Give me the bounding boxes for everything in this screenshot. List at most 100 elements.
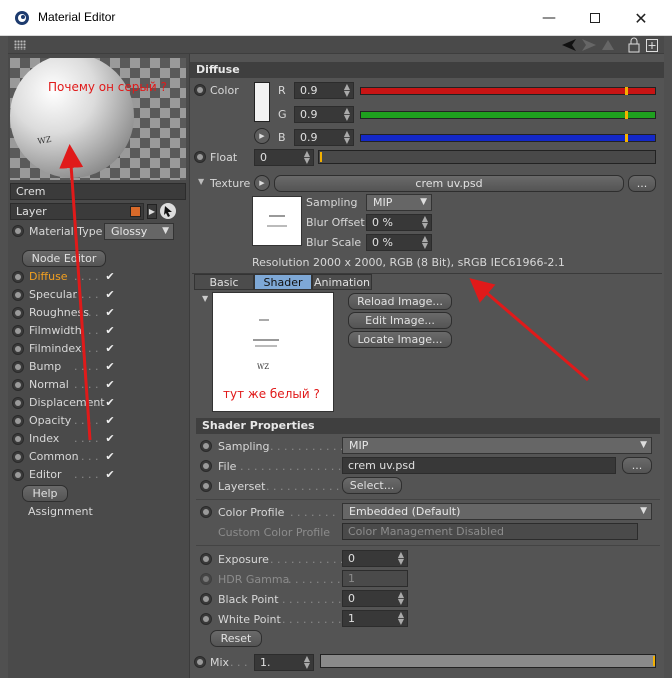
- expand-arrow-icon[interactable]: ▶: [254, 128, 270, 144]
- channel-radio[interactable]: [12, 397, 24, 409]
- exposure-field[interactable]: 0 ▲ ▼: [342, 550, 408, 567]
- channel-item[interactable]: Displacement. . . . ✔: [8, 395, 188, 413]
- checkmark-icon[interactable]: ✔: [104, 289, 116, 301]
- black-point-field[interactable]: 0 ▲ ▼: [342, 590, 408, 607]
- up-arrow-icon[interactable]: [600, 37, 616, 53]
- r-field[interactable]: 0.9 ▲ ▼: [294, 82, 354, 99]
- channel-radio[interactable]: [12, 307, 24, 319]
- maximize-button[interactable]: [572, 0, 618, 36]
- color-profile-radio[interactable]: [200, 506, 212, 518]
- tab-basic[interactable]: Basic: [194, 274, 254, 290]
- tab-animation[interactable]: Animation: [312, 274, 372, 290]
- channel-item[interactable]: Filmindex. . . . ✔: [8, 341, 188, 359]
- channel-item[interactable]: Filmwidth. . . . ✔: [8, 323, 188, 341]
- pick-cursor-icon[interactable]: [159, 202, 177, 220]
- checkmark-icon[interactable]: ✔: [104, 307, 116, 319]
- edit-image-button[interactable]: Edit Image...: [348, 312, 452, 329]
- texture-file-button[interactable]: crem uv.psd: [274, 175, 624, 192]
- node-editor-button[interactable]: Node Editor: [22, 250, 106, 267]
- layerset-radio[interactable]: [200, 480, 212, 492]
- grip-icon[interactable]: [14, 40, 26, 50]
- channel-item[interactable]: Editor . . . . ✔: [8, 467, 188, 485]
- channel-item[interactable]: Roughness. . . . ✔: [8, 305, 188, 323]
- tab-shader[interactable]: Shader: [254, 274, 312, 290]
- reset-button[interactable]: Reset: [210, 630, 262, 647]
- material-type-dropdown[interactable]: Glossy ▼: [104, 223, 174, 240]
- sampling-dropdown[interactable]: MIP ▼: [366, 194, 432, 211]
- g-slider[interactable]: [360, 111, 656, 119]
- layer-arrow-icon[interactable]: ▶: [147, 204, 157, 219]
- shader-expand-icon[interactable]: ▼: [202, 294, 208, 303]
- layer-field[interactable]: Layer: [10, 203, 144, 220]
- float-radio[interactable]: [194, 151, 206, 163]
- help-button[interactable]: Help: [22, 485, 68, 502]
- spinner-icon[interactable]: ▲ ▼: [398, 591, 404, 606]
- channel-radio[interactable]: [12, 379, 24, 391]
- mix-radio[interactable]: [194, 656, 206, 668]
- checkmark-icon[interactable]: ✔: [104, 451, 116, 463]
- spinner-icon[interactable]: ▲ ▼: [344, 107, 350, 122]
- checkmark-icon[interactable]: ✔: [104, 415, 116, 427]
- close-button[interactable]: ✕: [618, 0, 664, 36]
- g-slider-handle[interactable]: [625, 111, 628, 119]
- checkmark-icon[interactable]: ✔: [104, 325, 116, 337]
- channel-item[interactable]: Index . . . . ✔: [8, 431, 188, 449]
- spinner-icon[interactable]: ▲ ▼: [398, 611, 404, 626]
- spinner-icon[interactable]: ▲ ▼: [304, 150, 310, 165]
- spinner-icon[interactable]: ▲ ▼: [422, 235, 428, 250]
- layer-color-swatch[interactable]: [130, 206, 141, 217]
- g-field[interactable]: 0.9 ▲ ▼: [294, 106, 354, 123]
- checkmark-icon[interactable]: ✔: [104, 433, 116, 445]
- spinner-icon[interactable]: ▲ ▼: [304, 655, 310, 670]
- channel-radio[interactable]: [12, 469, 24, 481]
- reload-image-button[interactable]: Reload Image...: [348, 293, 452, 310]
- float-field[interactable]: 0 ▲ ▼: [254, 149, 314, 166]
- float-slider[interactable]: [318, 150, 656, 164]
- mix-slider[interactable]: [320, 654, 656, 668]
- checkmark-icon[interactable]: ✔: [104, 469, 116, 481]
- new-window-icon[interactable]: [646, 37, 658, 53]
- channel-item[interactable]: Diffuse . . . . ✔: [8, 269, 188, 287]
- mix-slider-handle[interactable]: [653, 656, 655, 666]
- texture-more-button[interactable]: ...: [628, 175, 656, 192]
- spinner-icon[interactable]: ▲ ▼: [344, 83, 350, 98]
- material-preview[interactable]: WZ Почему он серый ?: [10, 58, 186, 180]
- r-slider[interactable]: [360, 87, 656, 95]
- blur-scale-field[interactable]: 0 % ▲ ▼: [366, 234, 432, 251]
- layerset-select-button[interactable]: Select...: [342, 477, 402, 494]
- lock-icon[interactable]: [628, 37, 640, 53]
- locate-image-button[interactable]: Locate Image...: [348, 331, 452, 348]
- white-point-radio[interactable]: [200, 613, 212, 625]
- back-arrow-icon[interactable]: [560, 37, 578, 53]
- color-profile-dropdown[interactable]: Embedded (Default) ▼: [342, 503, 652, 520]
- r-slider-handle[interactable]: [625, 87, 628, 95]
- channel-radio[interactable]: [12, 343, 24, 355]
- spinner-icon[interactable]: ▲ ▼: [422, 215, 428, 230]
- checkmark-icon[interactable]: ✔: [104, 397, 116, 409]
- texture-expand-icon[interactable]: ▼: [198, 177, 204, 186]
- file-more-button[interactable]: ...: [622, 457, 652, 474]
- spinner-icon[interactable]: ▲ ▼: [344, 130, 350, 145]
- channel-radio[interactable]: [12, 271, 24, 283]
- channel-radio[interactable]: [12, 289, 24, 301]
- channel-item[interactable]: Normal . . . . ✔: [8, 377, 188, 395]
- channel-radio[interactable]: [12, 433, 24, 445]
- channel-radio[interactable]: [12, 415, 24, 427]
- checkmark-icon[interactable]: ✔: [104, 379, 116, 391]
- b-slider[interactable]: [360, 134, 656, 142]
- float-slider-handle[interactable]: [320, 152, 322, 162]
- b-field[interactable]: 0.9 ▲ ▼: [294, 129, 354, 146]
- shader-sampling-dropdown[interactable]: MIP ▼: [342, 437, 652, 454]
- channel-radio[interactable]: [12, 325, 24, 337]
- checkmark-icon[interactable]: ✔: [104, 343, 116, 355]
- color-swatch[interactable]: [254, 82, 270, 122]
- minimize-button[interactable]: —: [526, 0, 572, 36]
- white-point-field[interactable]: 1 ▲ ▼: [342, 610, 408, 627]
- channel-item[interactable]: Bump . . . . ✔: [8, 359, 188, 377]
- checkmark-icon[interactable]: ✔: [104, 361, 116, 373]
- material-name-field[interactable]: Crem: [10, 183, 186, 200]
- checkmark-icon[interactable]: ✔: [104, 271, 116, 283]
- file-field[interactable]: crem uv.psd: [342, 457, 616, 474]
- black-point-radio[interactable]: [200, 593, 212, 605]
- spinner-icon[interactable]: ▲ ▼: [398, 551, 404, 566]
